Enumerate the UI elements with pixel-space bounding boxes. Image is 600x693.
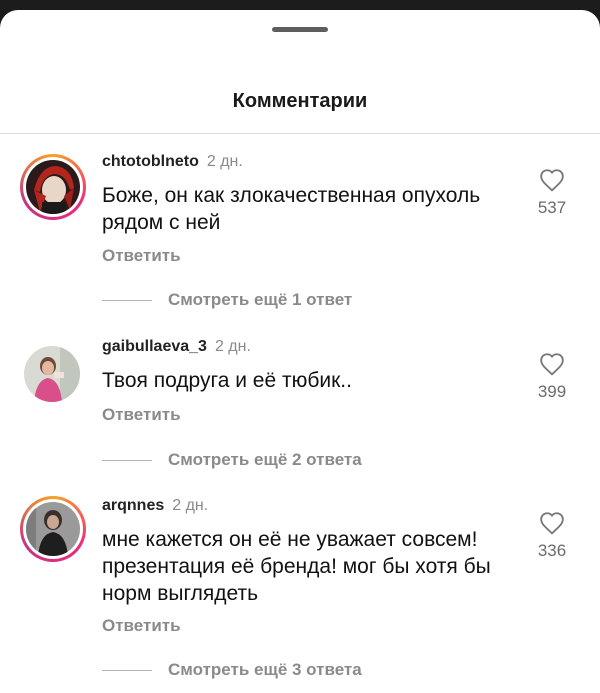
avatar[interactable] — [20, 496, 86, 562]
replies-line — [102, 299, 152, 301]
comment-text: Твоя подруга и её тюбик.. — [102, 369, 352, 392]
comment-username[interactable]: gaibullaeva_3 — [102, 338, 207, 355]
reply-button[interactable]: Ответить — [102, 246, 181, 266]
comment-meta: arqnnes 2 дн. — [102, 497, 208, 515]
story-ring — [20, 154, 86, 220]
comment-time: 2 дн. — [206, 153, 243, 170]
heart-outline-icon — [540, 512, 564, 535]
like-count: 537 — [537, 198, 567, 217]
comment-meta: gaibullaeva_3 2 дн. — [102, 338, 251, 356]
avatar[interactable] — [20, 154, 86, 220]
comment-text: мне кажется он её не уважает совсем! пре… — [102, 528, 491, 605]
like-button[interactable]: 399 — [530, 352, 574, 402]
avatar-image — [24, 346, 80, 402]
heart-outline-icon — [540, 169, 564, 192]
comments-sheet: Комментарии chtotoblneto 2 дн. Боже, он … — [0, 10, 600, 693]
page-title: Комментарии — [232, 90, 368, 112]
comment-time: 2 дн. — [172, 497, 209, 514]
story-ring — [20, 496, 86, 562]
sheet-drag-handle[interactable] — [272, 27, 328, 32]
replies-line — [102, 669, 152, 671]
comment-text: Боже, он как злокачественная опухоль ряд… — [102, 184, 481, 234]
view-replies-label: Смотреть ещё 2 ответа — [168, 450, 362, 469]
like-count: 336 — [537, 541, 567, 560]
replies-line — [102, 459, 152, 461]
avatar-image — [26, 160, 80, 214]
view-replies-label: Смотреть ещё 3 ответа — [168, 660, 362, 679]
like-count: 399 — [537, 382, 567, 401]
reply-button[interactable]: Ответить — [102, 405, 181, 425]
view-replies-button[interactable]: Смотреть ещё 3 ответа — [102, 660, 362, 680]
heart-outline-icon — [540, 353, 564, 376]
like-button[interactable]: 336 — [530, 511, 574, 561]
view-replies-label: Смотреть ещё 1 ответ — [168, 290, 353, 309]
avatar-image — [26, 502, 80, 556]
comment-meta: chtotoblneto 2 дн. — [102, 153, 243, 171]
view-replies-button[interactable]: Смотреть ещё 2 ответа — [102, 450, 362, 470]
reply-button[interactable]: Ответить — [102, 616, 181, 636]
comment-time: 2 дн. — [214, 338, 251, 355]
like-button[interactable]: 537 — [530, 168, 574, 218]
header-divider — [0, 133, 600, 134]
view-replies-button[interactable]: Смотреть ещё 1 ответ — [102, 290, 352, 310]
comment-username[interactable]: arqnnes — [102, 497, 164, 514]
avatar[interactable] — [20, 342, 86, 408]
comment-username[interactable]: chtotoblneto — [102, 153, 199, 170]
